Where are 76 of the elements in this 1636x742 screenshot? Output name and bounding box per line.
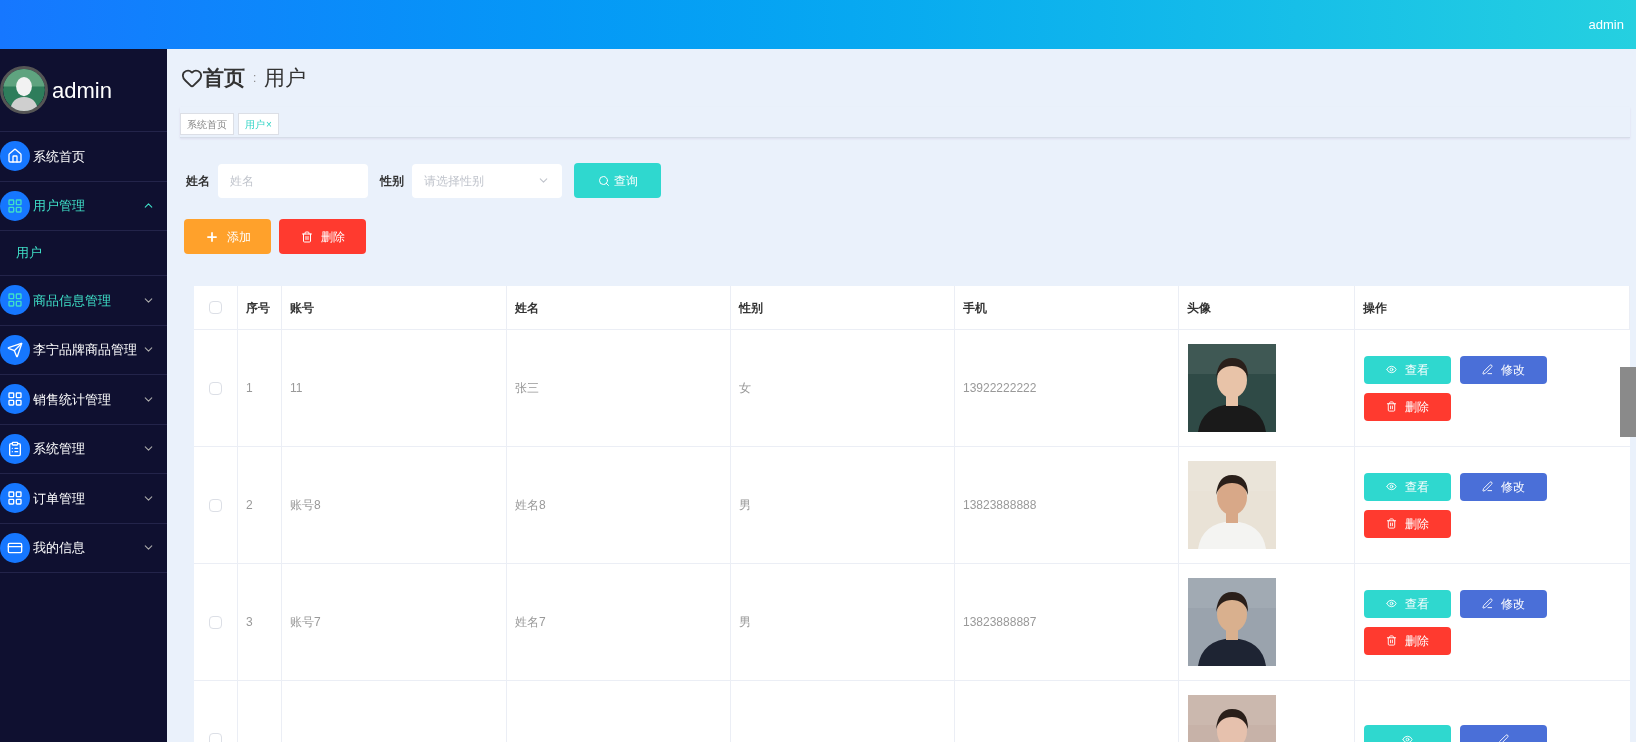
plus-icon: [204, 229, 219, 244]
table-cell-text: 13922222222: [963, 380, 1037, 397]
delete-button[interactable]: 删除: [1364, 392, 1451, 421]
column-header: 手机: [963, 299, 987, 317]
heart-icon: [181, 67, 203, 89]
eye-icon: [1386, 598, 1397, 609]
pen-icon: [1498, 733, 1509, 742]
pen-icon: [1482, 481, 1493, 492]
delete-button[interactable]: 删除: [1364, 509, 1451, 538]
grid-icon: [0, 483, 30, 514]
select-all-checkbox[interactable]: [209, 301, 222, 314]
submenu-item[interactable]: 用户: [0, 231, 167, 276]
eye-icon: [1386, 364, 1397, 375]
breadcrumb-separator: :: [253, 70, 257, 87]
breadcrumb-current: 用户: [264, 65, 307, 92]
trash-icon: [1386, 635, 1397, 646]
menu-item[interactable]: 订单管理: [0, 474, 167, 524]
table-cell-text: 账号8: [290, 497, 321, 514]
column-header: 账号: [290, 299, 314, 317]
grid-icon: [0, 190, 30, 221]
page-tab[interactable]: 系统首页: [180, 113, 234, 135]
home-icon: [0, 141, 30, 172]
pen-icon: [1482, 598, 1493, 609]
row-checkbox[interactable]: [209, 732, 222, 742]
field-label: 性别: [380, 172, 404, 190]
table-cell-text: 男: [739, 497, 751, 514]
delete-button[interactable]: 删除: [279, 219, 366, 254]
trash-icon: [1386, 518, 1397, 529]
field-label: 姓名: [186, 172, 210, 190]
paper-plane-icon: [0, 334, 30, 365]
column-header: 序号: [246, 299, 270, 317]
breadcrumb-home[interactable]: 首页: [203, 62, 245, 94]
table-cell-text: 1: [246, 380, 253, 397]
username: admin: [1588, 15, 1624, 34]
table-cell-text: 男: [739, 614, 751, 631]
table-cell-text: 13823888887: [963, 614, 1037, 631]
edit-button[interactable]: 修改: [1460, 589, 1547, 618]
card-icon: [0, 532, 30, 563]
column-header: 操作: [1363, 299, 1387, 317]
column-header: 性别: [739, 299, 763, 317]
pen-icon: [1482, 364, 1493, 375]
row-checkbox[interactable]: [209, 615, 222, 629]
table-cell-text: 13823888888: [963, 497, 1037, 514]
table-cell-text: 张三: [515, 380, 539, 397]
trash-icon: [1386, 401, 1397, 412]
table-cell-text: 2: [246, 497, 253, 514]
clipboard-icon: [0, 433, 30, 464]
scrollbar-thumb[interactable]: [1620, 367, 1636, 437]
delete-button[interactable]: 删除: [1364, 626, 1451, 655]
menu-item[interactable]: 系统首页: [0, 132, 167, 182]
row-checkbox[interactable]: [209, 381, 222, 395]
column-header: 头像: [1187, 299, 1211, 317]
edit-button[interactable]: 修改: [1460, 355, 1547, 384]
grid-icon: [0, 384, 30, 415]
table-cell-text: 姓名8: [515, 497, 546, 514]
trash-icon: [300, 230, 313, 243]
menu-item[interactable]: 销售统计管理: [0, 375, 167, 425]
table-cell-text: 女: [739, 380, 751, 397]
table-cell-text: 11: [290, 380, 303, 397]
menu-item[interactable]: 用户管理: [0, 181, 167, 231]
table-cell-text: 账号7: [290, 614, 321, 631]
row-checkbox[interactable]: [209, 498, 222, 512]
table-cell-text: 姓名7: [515, 614, 546, 631]
edit-button[interactable]: 修改: [1460, 472, 1547, 501]
eye-icon: [1386, 481, 1397, 492]
menu-item[interactable]: 系统管理: [0, 424, 167, 474]
menu-item[interactable]: 李宁品牌商品管理: [0, 325, 167, 375]
name-input[interactable]: 姓名: [218, 163, 368, 198]
menu-item[interactable]: 商品信息管理: [0, 276, 167, 326]
column-header: 姓名: [515, 299, 539, 317]
eye-icon: [1402, 733, 1413, 742]
menu-item[interactable]: 我的信息: [0, 523, 167, 573]
search-icon: [597, 174, 610, 187]
table-cell-text: 3: [246, 614, 253, 631]
sidebar-username: admin: [52, 76, 112, 105]
grid-icon: [0, 285, 30, 316]
